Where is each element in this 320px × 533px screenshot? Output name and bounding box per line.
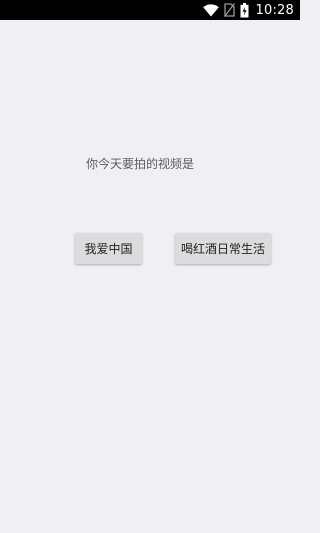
battery-icon [240, 2, 249, 18]
no-sim-icon [223, 3, 235, 17]
option-button-i-love-china[interactable]: 我爱中国 [75, 233, 142, 264]
status-icons: 10:28 [202, 0, 294, 20]
video-prompt-text: 你今天要拍的视频是 [86, 157, 195, 171]
option-button-red-wine-daily-life[interactable]: 喝红酒日常生活 [175, 233, 271, 264]
main-content: 你今天要拍的视频是 我爱中国 喝红酒日常生活 [0, 20, 300, 533]
status-time: 10:28 [255, 2, 294, 18]
status-bar: 10:28 [0, 0, 300, 20]
wifi-icon [202, 3, 219, 17]
